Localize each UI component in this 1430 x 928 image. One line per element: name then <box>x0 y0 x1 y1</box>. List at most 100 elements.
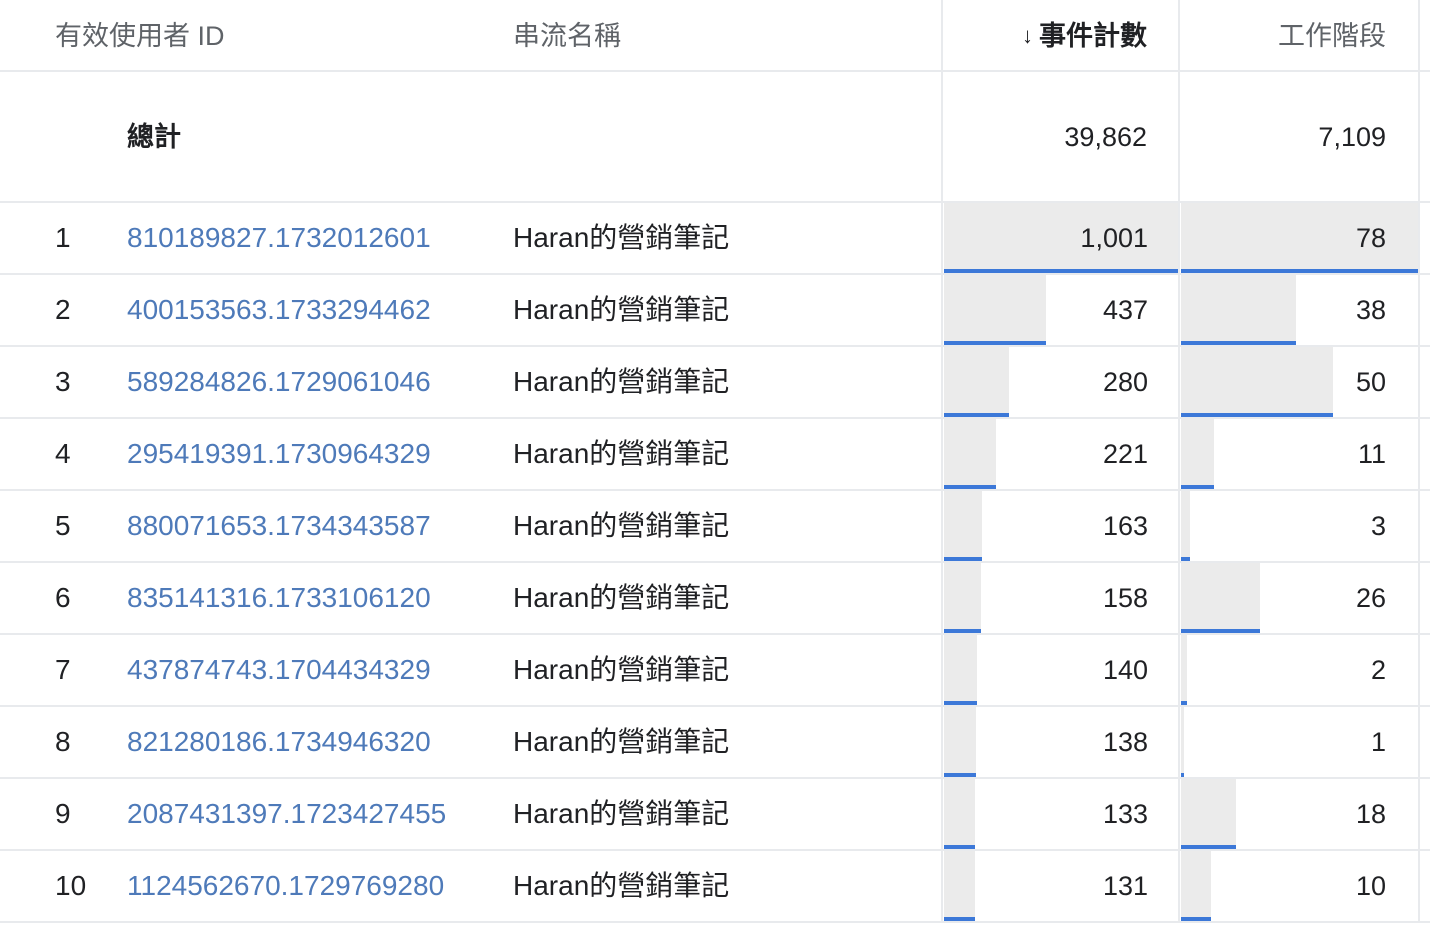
event-count-bar <box>944 347 1009 417</box>
user-explorer-table: 有效使用者 ID 串流名稱 ↓ 事件計數 工作階段 總計 39,862 7,109… <box>0 0 1430 928</box>
row-index: 9 <box>55 798 71 829</box>
sessions-value: 1 <box>1370 727 1386 757</box>
event-count-cell: 221 <box>944 419 1178 489</box>
header-sessions[interactable]: 工作階段 <box>1278 0 1386 72</box>
sessions-bar <box>1181 419 1214 489</box>
sessions-value: 26 <box>1355 583 1386 613</box>
user-id-link[interactable]: 437874743.1704434329 <box>127 635 431 705</box>
user-id-link[interactable]: 835141316.1733106120 <box>127 563 431 633</box>
event-count-value: 140 <box>1102 655 1148 685</box>
sessions-bar-accent <box>1181 773 1184 777</box>
header-event-count[interactable]: ↓ 事件計數 <box>1022 0 1147 72</box>
row-index: 4 <box>55 438 71 469</box>
totals-label: 總計 <box>127 122 181 152</box>
event-count-cell: 140 <box>944 635 1178 705</box>
event-count-bar <box>944 707 976 777</box>
event-count-bar <box>944 635 977 705</box>
user-id-link[interactable]: 589284826.1729061046 <box>127 347 431 417</box>
sessions-value: 11 <box>1357 439 1386 469</box>
sessions-value: 78 <box>1355 223 1386 253</box>
sessions-cell: 50 <box>1181 347 1418 417</box>
stream-name: Haran的營銷筆記 <box>513 582 730 613</box>
event-count-cell: 280 <box>944 347 1178 417</box>
table-row: 4 295419391.1730964329 Haran的營銷筆記 221 11 <box>0 419 1430 491</box>
event-count-value: 158 <box>1102 583 1148 613</box>
user-id-link[interactable]: 810189827.1732012601 <box>127 203 431 273</box>
event-count-value: 131 <box>1102 871 1148 901</box>
table-header-row: 有效使用者 ID 串流名稱 ↓ 事件計數 工作階段 <box>0 0 1430 72</box>
sessions-value: 50 <box>1355 367 1386 397</box>
event-count-value: 280 <box>1102 367 1148 397</box>
sessions-bar <box>1181 563 1260 633</box>
table-row: 2 400153563.1733294462 Haran的營銷筆記 437 38 <box>0 275 1430 347</box>
row-index: 5 <box>55 510 71 541</box>
event-count-value: 221 <box>1102 439 1148 469</box>
sessions-bar-accent <box>1181 701 1187 705</box>
row-index: 1 <box>55 222 71 253</box>
event-count-bar-accent <box>944 845 975 849</box>
table-row: 10 1124562670.1729769280 Haran的營銷筆記 131 10 <box>0 851 1430 923</box>
event-count-bar <box>944 563 981 633</box>
table-row: 3 589284826.1729061046 Haran的營銷筆記 280 50 <box>0 347 1430 419</box>
sessions-cell: 3 <box>1181 491 1418 561</box>
sessions-cell: 10 <box>1181 851 1418 921</box>
sessions-bar <box>1181 707 1184 777</box>
sessions-cell: 78 <box>1181 203 1418 273</box>
sessions-cell: 18 <box>1181 779 1418 849</box>
stream-name: Haran的營銷筆記 <box>513 726 730 757</box>
totals-sessions: 7,109 <box>1318 122 1386 152</box>
sessions-value: 2 <box>1370 655 1386 685</box>
user-id-link[interactable]: 400153563.1733294462 <box>127 275 431 345</box>
event-count-bar-accent <box>944 557 982 561</box>
header-stream-name[interactable]: 串流名稱 <box>513 0 621 72</box>
table-row: 9 2087431397.1723427455 Haran的營銷筆記 133 18 <box>0 779 1430 851</box>
event-count-bar-accent <box>944 413 1009 417</box>
table-row: 7 437874743.1704434329 Haran的營銷筆記 140 2 <box>0 635 1430 707</box>
row-index: 10 <box>55 870 87 901</box>
sessions-bar-accent <box>1181 413 1333 417</box>
column-divider <box>941 0 943 922</box>
user-id-link[interactable]: 880071653.1734343587 <box>127 491 431 561</box>
sessions-value: 18 <box>1355 799 1386 829</box>
table-row: 6 835141316.1733106120 Haran的營銷筆記 158 26 <box>0 563 1430 635</box>
event-count-cell: 437 <box>944 275 1178 345</box>
user-id-link[interactable]: 2087431397.1723427455 <box>127 779 446 849</box>
event-count-bar <box>944 419 996 489</box>
stream-name: Haran的營銷筆記 <box>513 366 730 397</box>
event-count-cell: 131 <box>944 851 1178 921</box>
row-index: 8 <box>55 726 71 757</box>
user-id-link[interactable]: 821280186.1734946320 <box>127 707 431 777</box>
sessions-bar <box>1181 491 1190 561</box>
stream-name: Haran的營銷筆記 <box>513 798 730 829</box>
totals-row: 總計 39,862 7,109 <box>0 72 1430 203</box>
stream-name: Haran的營銷筆記 <box>513 870 730 901</box>
event-count-value: 437 <box>1102 295 1148 325</box>
event-count-bar <box>944 851 975 921</box>
stream-name: Haran的營銷筆記 <box>513 438 730 469</box>
sessions-cell: 11 <box>1181 419 1418 489</box>
event-count-bar-accent <box>944 917 975 921</box>
user-id-link[interactable]: 295419391.1730964329 <box>127 419 431 489</box>
header-user-id[interactable]: 有效使用者 ID <box>55 0 225 72</box>
sessions-bar-accent <box>1181 557 1190 561</box>
sessions-value: 38 <box>1355 295 1386 325</box>
user-id-link[interactable]: 1124562670.1729769280 <box>127 851 444 921</box>
table-row: 8 821280186.1734946320 Haran的營銷筆記 138 1 <box>0 707 1430 779</box>
sessions-bar <box>1181 275 1296 345</box>
column-divider <box>1178 0 1180 922</box>
event-count-cell: 138 <box>944 707 1178 777</box>
sessions-bar <box>1181 347 1333 417</box>
sessions-cell: 2 <box>1181 635 1418 705</box>
row-index: 3 <box>55 366 71 397</box>
sessions-cell: 26 <box>1181 563 1418 633</box>
sessions-bar <box>1181 635 1187 705</box>
sessions-value: 10 <box>1355 871 1386 901</box>
event-count-bar <box>944 491 982 561</box>
sessions-cell: 1 <box>1181 707 1418 777</box>
event-count-bar <box>944 275 1046 345</box>
event-count-bar-accent <box>944 629 981 633</box>
totals-event-count: 39,862 <box>1064 122 1147 152</box>
row-index: 6 <box>55 582 71 613</box>
event-count-bar-accent <box>944 701 977 705</box>
table-row: 1 810189827.1732012601 Haran的營銷筆記 1,001 78 <box>0 203 1430 275</box>
